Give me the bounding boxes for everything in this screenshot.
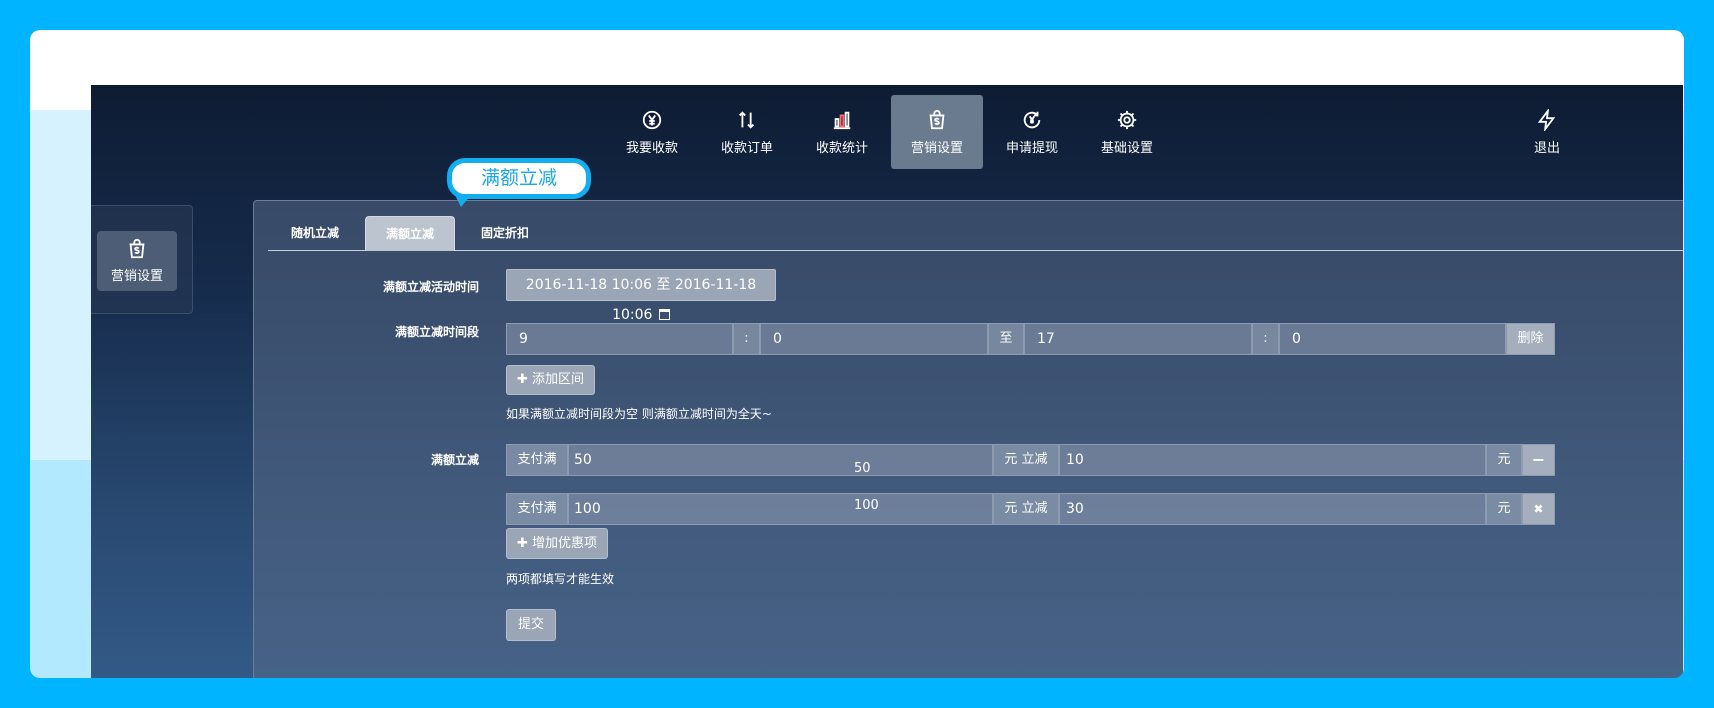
nav-label: 营销设置 bbox=[910, 140, 963, 156]
nav-item-orders[interactable]: 收款订单 bbox=[701, 95, 793, 169]
pay-prefix-addon: 支付满 bbox=[506, 444, 568, 476]
nav-label: 收款统计 bbox=[815, 140, 868, 156]
unit-addon: 元 bbox=[1486, 493, 1522, 525]
nav-item-receive[interactable]: 我要收款 bbox=[606, 95, 698, 169]
start-hour-input[interactable]: 9 bbox=[506, 323, 733, 355]
start-minute-input[interactable]: 0 bbox=[760, 323, 988, 355]
tab-tooltip: 满额立减 bbox=[447, 158, 591, 207]
shopping-bag-dollar-icon bbox=[129, 238, 145, 259]
plus-icon: ✚ bbox=[516, 372, 528, 387]
activity-time-label: 满额立减活动时间 bbox=[382, 280, 479, 294]
add-range-label: 添加区间 bbox=[532, 372, 585, 387]
plus-icon: ✚ bbox=[516, 536, 528, 551]
minus-amount-input[interactable]: 30 bbox=[1059, 493, 1486, 525]
sort-arrows-icon bbox=[739, 110, 755, 129]
logout-label: 退出 bbox=[1533, 140, 1560, 156]
nav-label: 收款订单 bbox=[720, 140, 773, 156]
bar-chart-icon bbox=[833, 111, 851, 129]
delete-rule-button[interactable]: ✖ bbox=[1522, 493, 1555, 525]
tab-full-discount[interactable]: 满额立减 bbox=[365, 216, 455, 251]
colon-addon: : bbox=[1252, 323, 1279, 355]
yen-refresh-icon bbox=[1023, 111, 1041, 128]
logout-button[interactable]: 退出 bbox=[1501, 95, 1593, 169]
activity-time-value: 2016-11-18 10:06 至 2016-11-18 10:06 bbox=[525, 277, 757, 323]
app-window: 我要收款 收款订单 收款统计 营销设置 申请提现 基础设置 退出 营销设置 随机… bbox=[91, 85, 1683, 678]
period-note: 如果满额立减时间段为空 则满额立减时间为全天~ bbox=[506, 407, 772, 421]
nav-item-withdraw[interactable]: 申请提现 bbox=[986, 95, 1078, 169]
tab-fixed-discount[interactable]: 固定折扣 bbox=[460, 216, 550, 250]
colon-addon: : bbox=[733, 323, 760, 355]
nav-item-basic-settings[interactable]: 基础设置 bbox=[1081, 95, 1173, 169]
remove-rule-button[interactable]: − bbox=[1522, 444, 1555, 476]
side-item-marketing[interactable]: 营销设置 bbox=[97, 231, 177, 291]
add-rule-label: 增加优惠项 bbox=[532, 536, 598, 551]
side-panel: 营销设置 bbox=[91, 205, 193, 314]
tab-bar: 随机立减 满额立减 固定折扣 bbox=[268, 216, 1683, 251]
main-panel: 随机立减 满额立减 固定折扣 满额立减活动时间 2016-11-18 10:06… bbox=[253, 200, 1683, 678]
lightning-icon bbox=[1537, 108, 1556, 131]
minus-amount-input[interactable]: 10 bbox=[1059, 444, 1486, 476]
minus-prefix-addon: 元 立减 bbox=[993, 493, 1059, 525]
nav-item-stats[interactable]: 收款统计 bbox=[796, 95, 888, 169]
minus-prefix-addon: 元 立减 bbox=[993, 444, 1059, 476]
outer-frame: 我要收款 收款订单 收款统计 营销设置 申请提现 基础设置 退出 营销设置 随机… bbox=[30, 30, 1684, 678]
shopping-bag-dollar-icon bbox=[929, 109, 945, 129]
unit-addon: 元 bbox=[1486, 444, 1522, 476]
tab-random-discount[interactable]: 随机立减 bbox=[270, 216, 360, 250]
top-nav: 我要收款 收款订单 收款统计 营销设置 申请提现 基础设置 退出 bbox=[91, 85, 1683, 200]
nav-label: 申请提现 bbox=[1005, 140, 1058, 156]
rule-note: 两项都填写才能生效 bbox=[506, 572, 615, 586]
time-period-label: 满额立减时间段 bbox=[394, 325, 479, 339]
gear-icon bbox=[1117, 110, 1137, 129]
nav-item-marketing[interactable]: 营销设置 bbox=[891, 95, 983, 169]
pay-amount-overlay: 100 bbox=[854, 498, 879, 513]
pay-prefix-addon: 支付满 bbox=[506, 493, 568, 525]
add-range-button[interactable]: ✚ 添加区间 bbox=[506, 365, 595, 395]
nav-label: 我要收款 bbox=[625, 140, 678, 156]
submit-button[interactable]: 提交 bbox=[506, 609, 556, 641]
end-minute-input[interactable]: 0 bbox=[1279, 323, 1506, 355]
discount-label: 满额立减 bbox=[430, 453, 479, 467]
end-hour-input[interactable]: 17 bbox=[1024, 323, 1252, 355]
nav-label: 基础设置 bbox=[1100, 140, 1153, 156]
add-rule-button[interactable]: ✚ 增加优惠项 bbox=[506, 528, 608, 559]
activity-time-picker[interactable]: 2016-11-18 10:06 至 2016-11-18 10:06 bbox=[506, 269, 776, 323]
to-addon: 至 bbox=[988, 323, 1024, 355]
side-item-label: 营销设置 bbox=[110, 269, 163, 284]
pay-amount-overlay: 50 bbox=[854, 461, 871, 476]
delete-period-button[interactable]: 删除 bbox=[1506, 323, 1555, 355]
pay-amount-input[interactable]: 100 bbox=[568, 493, 993, 525]
yen-circle-icon bbox=[642, 110, 662, 129]
calendar-icon bbox=[658, 309, 670, 320]
pay-amount-input[interactable]: 50 bbox=[568, 444, 993, 476]
